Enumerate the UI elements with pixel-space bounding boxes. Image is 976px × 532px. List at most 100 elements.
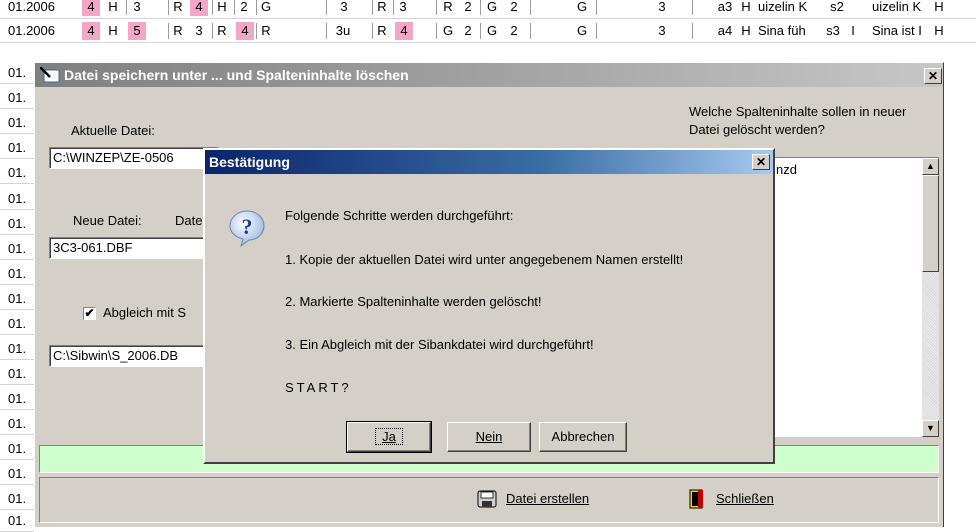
row-label: 01. — [0, 338, 34, 360]
grid-divider — [212, 23, 213, 39]
grid-cell[interactable]: a4 — [716, 22, 734, 40]
grid-cell[interactable]: 2 — [460, 0, 476, 16]
svg-text:?: ? — [242, 214, 253, 239]
no-button[interactable]: Nein — [447, 422, 531, 452]
no-label: Nein — [475, 429, 503, 444]
close-icon[interactable]: ✕ — [752, 154, 770, 170]
create-file-label: Datei erstellen — [506, 491, 590, 506]
sync-checkbox[interactable]: ✔ — [83, 307, 96, 320]
grid-cell[interactable]: H — [932, 22, 946, 40]
grid-cell[interactable]: 2 — [506, 0, 522, 16]
grid-cell[interactable]: 3 — [654, 22, 670, 40]
grid-cell[interactable]: 2 — [236, 0, 252, 16]
grid-cell[interactable]: H — [214, 0, 230, 16]
yes-button[interactable]: Ja — [346, 421, 432, 453]
cancel-button[interactable]: Abbrechen — [539, 422, 627, 452]
grid-cell[interactable]: s3 — [822, 22, 844, 40]
grid-cell[interactable]: 2 — [460, 22, 476, 40]
grid-cell[interactable]: Sina füh — [758, 22, 828, 40]
grid-cell[interactable]: H — [932, 0, 946, 16]
grid-cell[interactable]: 3u — [332, 22, 354, 40]
grid-cell[interactable]: G — [484, 0, 500, 16]
close-icon[interactable]: ✕ — [924, 68, 942, 84]
grid-cell[interactable]: R — [170, 0, 186, 16]
grid-divider — [480, 23, 481, 39]
spreadsheet-row[interactable]: 01.2006 4 H 5 R 3 R 4 R 3u R 4 G 2 G 2 G… — [0, 20, 976, 43]
row-label: 01. — [0, 413, 34, 435]
list-item[interactable]: nzd — [776, 162, 797, 177]
spreadsheet-row[interactable]: 01.2006 4 H 3 R 4 H 2 G 3 R 3 R 2 G 2 G … — [0, 0, 976, 19]
grid-cell[interactable]: R — [374, 22, 390, 40]
grid-cell[interactable]: G — [574, 0, 590, 16]
row-date: 01.2006 — [8, 0, 55, 14]
scroll-thumb[interactable] — [922, 175, 939, 272]
grid-cell[interactable]: G — [484, 22, 500, 40]
grid-divider — [212, 0, 213, 15]
row-label: 01. — [0, 238, 34, 260]
row-label: 01. — [0, 137, 34, 159]
grid-cell[interactable]: a3 — [716, 0, 734, 16]
grid-divider — [168, 0, 169, 15]
grid-cell[interactable]: R — [440, 0, 456, 16]
grid-cell[interactable]: G — [440, 22, 456, 40]
grid-cell[interactable]: 4 — [190, 0, 208, 16]
grid-cell[interactable]: 5 — [128, 22, 146, 40]
grid-cell[interactable]: H — [104, 22, 122, 40]
close-dialog-button[interactable]: Schließen — [686, 484, 806, 514]
exit-door-icon — [689, 489, 703, 509]
save-as-titlebar[interactable]: Datei speichern unter ... und Spalteninh… — [35, 63, 943, 87]
grid-cell[interactable]: uizelin K — [758, 0, 828, 16]
confirmation-dialog: Bestätigung ✕ ? Folgende Schritte werden… — [203, 148, 775, 464]
grid-divider — [326, 23, 327, 39]
yes-label: Ja — [382, 429, 396, 444]
grid-divider — [126, 0, 127, 15]
question-icon: ? — [229, 210, 265, 248]
grid-cell[interactable]: H — [738, 22, 754, 40]
create-file-button[interactable]: Datei erstellen — [476, 484, 626, 514]
grid-cell[interactable]: I — [846, 22, 860, 40]
grid-cell[interactable]: 3 — [336, 0, 352, 16]
row-label: 01. — [0, 62, 34, 84]
grid-divider — [530, 0, 531, 15]
scroll-down-icon[interactable]: ▼ — [922, 420, 939, 437]
grid-divider — [692, 0, 693, 15]
grid-cell[interactable]: 2 — [506, 22, 522, 40]
grid-cell[interactable]: 3 — [190, 22, 208, 40]
row-label: 01. — [0, 313, 34, 335]
row-label: 01. — [0, 388, 34, 410]
grid-cell[interactable]: 3 — [128, 0, 146, 16]
row-label: 01. — [0, 438, 34, 460]
grid-cell[interactable]: 4 — [236, 22, 254, 40]
grid-cell[interactable]: G — [258, 0, 274, 16]
grid-cell[interactable]: R — [214, 22, 230, 40]
listbox-scrollbar[interactable]: ▲ ▼ — [922, 158, 939, 437]
grid-cell[interactable]: H — [104, 0, 122, 16]
grid-cell[interactable]: 3 — [654, 0, 670, 16]
current-file-field[interactable]: C:\WINZEP\ZE-0506 — [49, 147, 219, 169]
scroll-up-icon[interactable]: ▲ — [922, 158, 939, 175]
confirmation-titlebar[interactable]: Bestätigung ✕ — [205, 150, 773, 174]
sync-checkbox-label: Abgleich mit S — [103, 305, 187, 320]
row-label: 01. — [0, 510, 34, 532]
grid-cell[interactable]: 4 — [395, 22, 413, 40]
confirm-start: START? — [285, 380, 352, 395]
grid-cell[interactable]: 4 — [82, 22, 100, 40]
action-toolbar: Datei erstellen Schließen — [39, 477, 939, 523]
grid-cell[interactable]: R — [374, 0, 390, 16]
new-file-field[interactable]: 3C3-061.DBF — [49, 237, 219, 259]
grid-cell[interactable]: 3 — [395, 0, 411, 16]
grid-cell[interactable]: uizelin K — [872, 0, 932, 16]
sibank-file-field[interactable]: C:\Sibwin\S_2006.DB — [49, 345, 219, 367]
close-dialog-label: Schließen — [716, 491, 774, 506]
row-label: 01. — [0, 463, 34, 485]
grid-cell[interactable]: G — [574, 22, 590, 40]
grid-cell[interactable]: 4 — [82, 0, 100, 16]
grid-cell[interactable]: R — [258, 22, 274, 40]
grid-cell[interactable]: Sina ist I — [872, 22, 932, 40]
grid-cell[interactable]: s2 — [828, 0, 846, 16]
confirm-step-3: 3. Ein Abgleich mit der Sibankdatei wird… — [285, 337, 594, 352]
pencil-page-icon — [40, 67, 60, 83]
grid-cell[interactable]: R — [170, 22, 186, 40]
grid-cell[interactable]: H — [738, 0, 754, 16]
grid-divider — [436, 0, 437, 15]
